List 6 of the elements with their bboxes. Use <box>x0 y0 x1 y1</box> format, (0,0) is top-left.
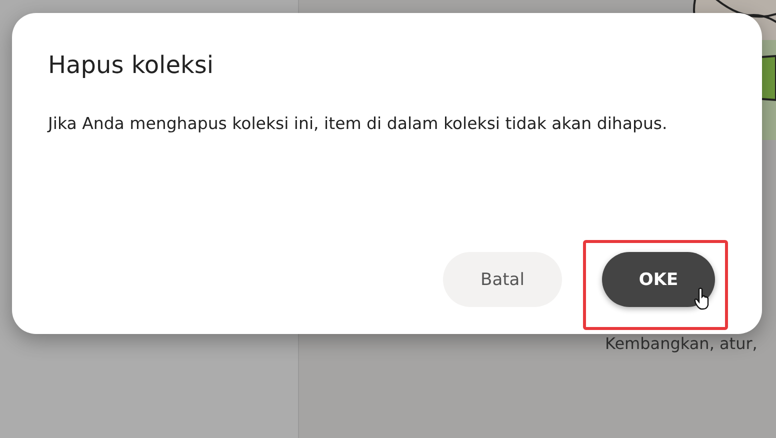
cancel-button[interactable]: Batal <box>443 252 562 307</box>
dialog-title: Hapus koleksi <box>48 51 215 79</box>
caption-text: Kembangkan, atur, <box>605 334 758 353</box>
ok-button[interactable]: OKE <box>602 252 715 307</box>
hand-cursor-icon <box>694 287 710 311</box>
dialog-message: Jika Anda menghapus koleksi ini, item di dalam koleksi tidak akan dihapus. <box>48 113 668 135</box>
